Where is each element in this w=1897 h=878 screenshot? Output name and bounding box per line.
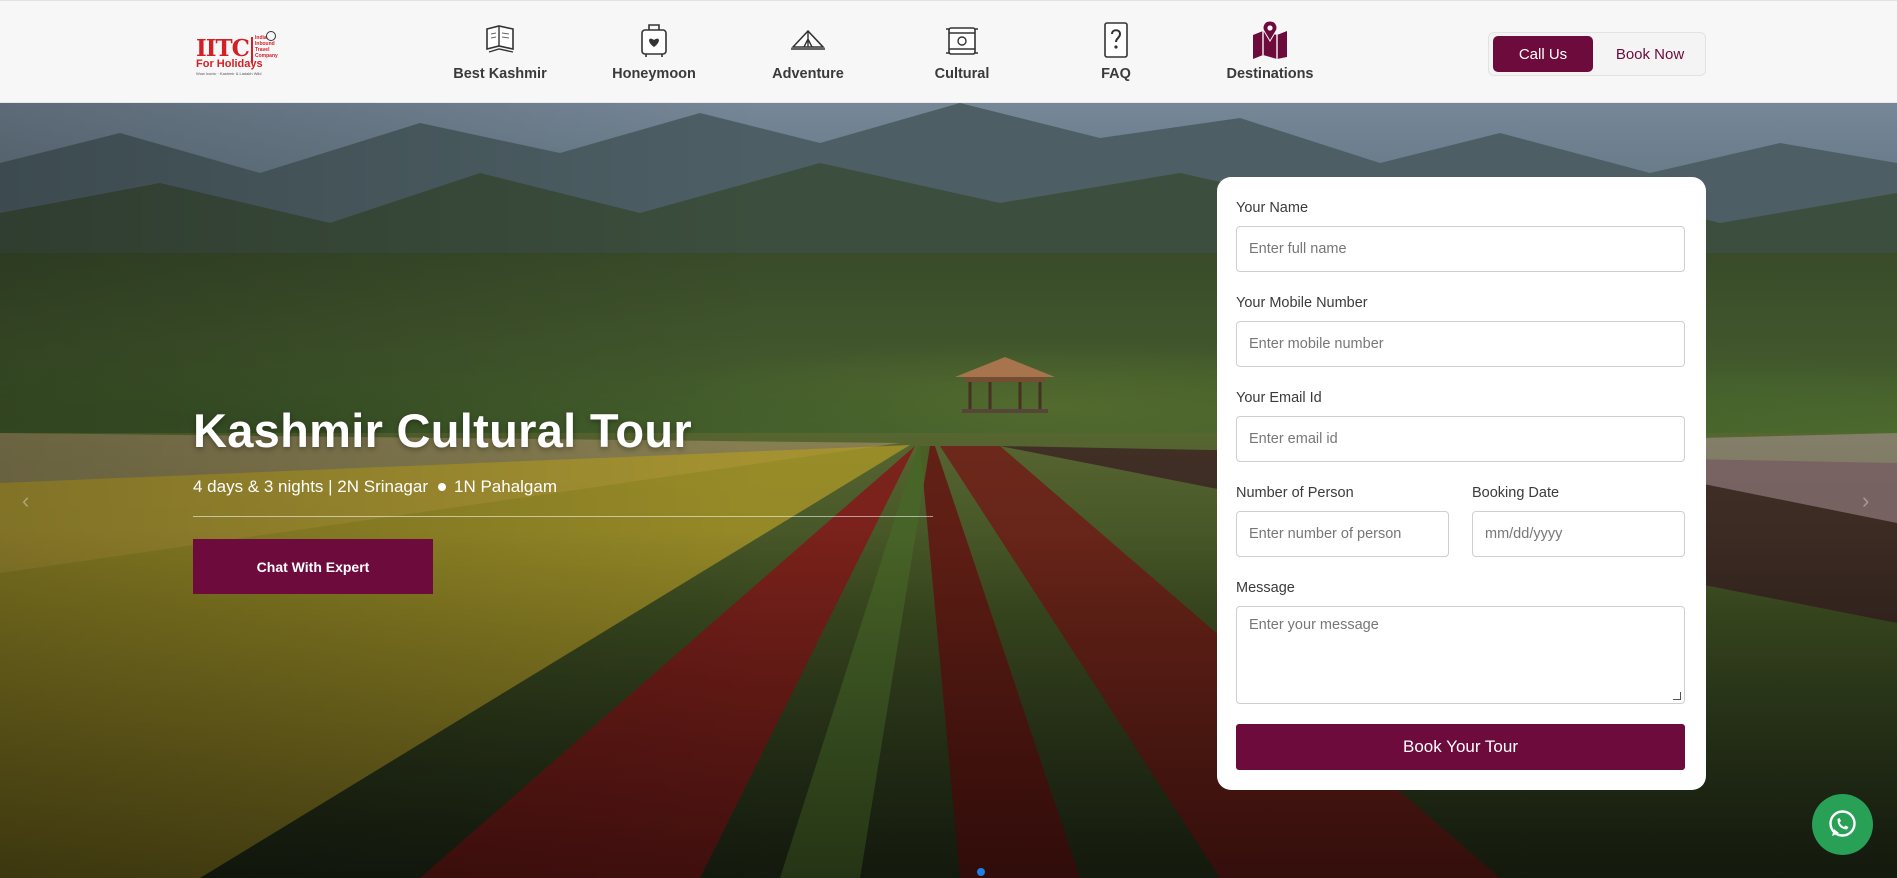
message-label: Message [1236, 580, 1295, 596]
message-textarea[interactable] [1236, 606, 1685, 704]
hero-subtitle: 4 days & 3 nights | 2N Srinagar 1N Pahalg… [193, 477, 557, 497]
nav-item-best-kashmir[interactable]: Best Kashmir [430, 19, 570, 82]
logo-sub: For Holidays [196, 58, 263, 70]
nav-item-cultural[interactable]: Cultural [892, 19, 1032, 82]
nav-item-honeymoon[interactable]: Honeymoon [584, 19, 724, 82]
site-header: IITC India Inbound Travel Company For Ho… [0, 0, 1897, 103]
nav-item-adventure[interactable]: Adventure [738, 19, 878, 82]
hero-title: Kashmir Cultural Tour [193, 404, 692, 457]
mobile-input[interactable] [1236, 321, 1685, 367]
header-cta-group: Call Us Book Now [1488, 32, 1706, 76]
map-book-icon [486, 25, 514, 53]
site-logo[interactable]: IITC India Inbound Travel Company For Ho… [196, 31, 278, 77]
email-label: Your Email Id [1236, 390, 1322, 406]
luggage-heart-icon [641, 24, 667, 57]
message-wrapper [1236, 606, 1685, 704]
persons-input[interactable] [1236, 511, 1449, 557]
book-your-tour-button[interactable]: Book Your Tour [1236, 724, 1685, 770]
hero-subtitle-part1: 4 days & 3 nights | 2N Srinagar [193, 477, 428, 496]
question-doc-icon [1104, 22, 1128, 58]
persons-label: Number of Person [1236, 485, 1354, 501]
nav-label: Cultural [934, 66, 990, 82]
call-us-button[interactable]: Call Us [1493, 36, 1593, 72]
whatsapp-icon [1829, 810, 1856, 837]
whatsapp-button[interactable] [1812, 794, 1873, 855]
date-label: Booking Date [1472, 485, 1560, 501]
logo-badge-icon [266, 31, 276, 41]
name-label: Your Name [1236, 200, 1309, 216]
name-input[interactable] [1236, 226, 1685, 272]
booking-date-input[interactable] [1472, 511, 1685, 557]
carousel-prev-icon[interactable]: ‹ [22, 488, 29, 514]
chat-with-expert-button[interactable]: Chat With Expert [193, 539, 433, 594]
nav-label: Destinations [1226, 66, 1314, 82]
map-pin-icon [1253, 20, 1287, 59]
mobile-label: Your Mobile Number [1236, 295, 1368, 311]
nav-label: Honeymoon [612, 66, 696, 82]
carousel-next-icon[interactable]: › [1862, 488, 1869, 514]
tent-icon [791, 29, 825, 50]
resize-handle-icon[interactable] [1673, 692, 1681, 700]
nav-label: FAQ [1101, 66, 1131, 82]
hero-subtitle-part2: 1N Pahalgam [454, 477, 558, 496]
scroll-icon [946, 27, 978, 55]
nav-label: Best Kashmir [453, 66, 547, 82]
logo-tagline: Wow Iconic · Kashmir & Ladakh Wild [196, 71, 262, 76]
bullet-icon [438, 482, 446, 491]
book-now-button[interactable]: Book Now [1597, 36, 1703, 72]
hero-divider [193, 516, 933, 517]
email-input[interactable] [1236, 416, 1685, 462]
carousel-indicator-active[interactable] [977, 868, 985, 876]
nav-label: Adventure [772, 66, 844, 82]
booking-form-card: Your Name Your Mobile Number Your Email … [1217, 177, 1706, 790]
nav-item-faq[interactable]: FAQ [1046, 19, 1186, 82]
nav-item-destinations[interactable]: Destinations [1200, 19, 1340, 82]
